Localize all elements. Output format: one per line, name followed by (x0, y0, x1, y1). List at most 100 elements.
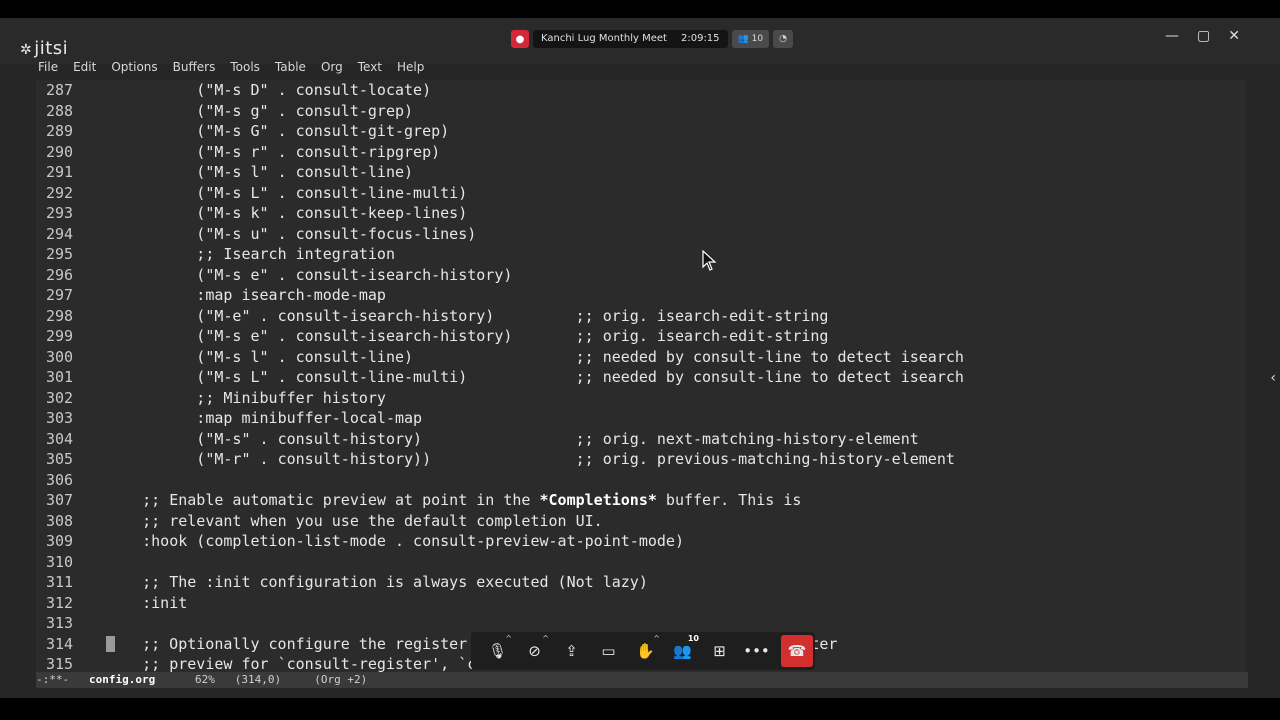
screen-share-button[interactable]: ⇪ (553, 632, 590, 670)
line-number: 297 (46, 286, 74, 304)
code-text: :map minibuffer-local-map (106, 409, 423, 427)
code-line: 298 ("M-e" . consult-isearch-history) ;;… (46, 306, 964, 327)
camera-off-icon: ⊘ (528, 642, 541, 660)
line-number: 289 (46, 122, 74, 140)
more-button[interactable]: ••• (738, 632, 775, 670)
line-number: 295 (46, 245, 74, 263)
desktop-window: ✲ jitsi File Edit Options Buffers Tools T… (0, 18, 1280, 698)
menu-help[interactable]: Help (397, 60, 424, 78)
code-line: 312 :init (46, 593, 964, 614)
minimize-icon[interactable]: — (1165, 28, 1179, 44)
more-icon: ••• (743, 642, 770, 660)
raise-hand-icon: ✋ (636, 642, 655, 660)
code-line: 305 ("M-r" . consult-history)) ;; orig. … (46, 449, 964, 470)
modeline-percent: 62% (194, 673, 215, 686)
code-text: ("M-s l" . consult-line) (106, 163, 414, 181)
code-text: ;; preview for `consult-register', `c (106, 655, 477, 673)
code-line: 293 ("M-s k" . consult-keep-lines) (46, 203, 964, 224)
menu-edit[interactable]: Edit (73, 60, 96, 78)
line-number: 308 (46, 511, 74, 530)
code-line: 310 (46, 552, 964, 573)
maximize-icon[interactable]: ▢ (1197, 28, 1210, 44)
participants-button[interactable]: 👥 10 (664, 632, 701, 670)
mic-icon: 🎙 (487, 642, 508, 660)
code-text: ("M-s L" . consult-line-multi) ;; needed… (106, 368, 964, 386)
line-number: 299 (46, 327, 74, 345)
code-text: ("M-s e" . consult-isearch-history) (106, 265, 513, 284)
code-text: ("M-s g" . consult-grep) (106, 101, 414, 120)
code-line: 289 ("M-s G" . consult-git-grep) (46, 121, 964, 142)
code-text: ;; Enable automatic preview at point in … (106, 491, 540, 509)
people-icon: 👥 (737, 34, 749, 44)
participant-count-badge[interactable]: 👥 10 (731, 30, 770, 48)
line-number: 293 (46, 204, 74, 222)
chevron-left-icon[interactable]: ‹ (1270, 370, 1276, 386)
code-text: ("M-s k" . consult-keep-lines) (106, 204, 468, 222)
meeting-timer: 2:09:15 (680, 33, 720, 44)
code-text: buffer. This is (656, 491, 802, 509)
menu-file[interactable]: File (38, 60, 58, 78)
menu-options[interactable]: Options (111, 60, 157, 78)
code-line: 292 ("M-s L" . consult-line-multi) (46, 183, 964, 204)
line-number: 313 (46, 614, 74, 632)
menu-table[interactable]: Table (275, 60, 306, 78)
title-bar: ✲ jitsi File Edit Options Buffers Tools T… (0, 18, 1280, 74)
line-number: 287 (46, 81, 74, 99)
code-line: 287 ("M-s D" . consult-locate) (46, 80, 964, 101)
window-controls: — ▢ ✕ (1165, 28, 1240, 44)
line-number: 298 (46, 306, 74, 325)
line-number: 300 (46, 347, 74, 366)
hangup-icon: ☎ (787, 642, 807, 660)
code-text: ("M-s l" . consult-line) ;; needed by co… (106, 347, 964, 366)
line-number: 306 (46, 470, 74, 489)
code-area: 287 ("M-s D" . consult-locate) 288 ("M-s … (46, 80, 964, 675)
code-line: 309 :hook (completion-list-mode . consul… (46, 531, 964, 552)
menu-tools[interactable]: Tools (230, 60, 260, 78)
line-number: 304 (46, 429, 74, 448)
code-line: 311 ;; The :init configuration is always… (46, 572, 964, 593)
code-line: 306 (46, 470, 964, 491)
menu-buffers[interactable]: Buffers (173, 60, 216, 78)
code-text: ("M-e" . consult-isearch-history) ;; ori… (106, 306, 829, 325)
microphone-button[interactable]: 🎙 ^ (479, 632, 516, 670)
modeline-filename: config.org (89, 673, 156, 686)
line-number: 296 (46, 265, 74, 284)
code-text: ("M-s D" . consult-locate) (106, 81, 432, 99)
meeting-title: Kanchi Lug Monthly Meet 2:09:15 (533, 30, 728, 48)
hangup-button[interactable]: ☎ (781, 635, 813, 667)
meeting-name: Kanchi Lug Monthly Meet (541, 33, 667, 44)
tile-view-button[interactable]: ⊞ (701, 632, 738, 670)
code-line: 308 ;; relevant when you use the default… (46, 511, 964, 532)
line-number: 310 (46, 552, 74, 571)
tile-view-icon: ⊞ (713, 642, 726, 660)
chat-button[interactable]: ▭ (590, 632, 627, 670)
connection-icon[interactable]: ◔ (773, 30, 793, 48)
code-line: 290 ("M-s r" . consult-ripgrep) (46, 142, 964, 163)
menu-bar: File Edit Options Buffers Tools Table Or… (38, 60, 439, 78)
camera-button[interactable]: ⊘ ^ (516, 632, 553, 670)
code-text: ("M-s e" . consult-isearch-history) ;; o… (106, 327, 829, 345)
code-line: 291 ("M-s l" . consult-line) (46, 162, 964, 183)
code-text: ("M-s L" . consult-line-multi) (106, 183, 468, 202)
meeting-info-bar: ● Kanchi Lug Monthly Meet 2:09:15 👥 10 ◔ (511, 29, 793, 49)
mode-line: -:**- config.org 62% (314,0) (Org +2) (36, 672, 1248, 688)
code-text: ("M-s r" . consult-ripgrep) (106, 142, 441, 161)
mouse-pointer-icon (702, 250, 717, 271)
code-line: 301 ("M-s L" . consult-line-multi) ;; ne… (46, 367, 964, 388)
line-number: 311 (46, 573, 74, 591)
modeline-mode: (Org +2) (314, 673, 368, 686)
emacs-buffer[interactable]: 287 ("M-s D" . consult-locate) 288 ("M-s … (36, 80, 1246, 674)
line-number: 307 (46, 491, 74, 509)
code-line: 299 ("M-s e" . consult-isearch-history) … (46, 326, 964, 347)
code-bold: *Completions* (539, 491, 657, 509)
code-line: 304 ("M-s" . consult-history) ;; orig. n… (46, 429, 964, 450)
menu-text[interactable]: Text (358, 60, 382, 78)
code-line: 296 ("M-s e" . consult-isearch-history) (46, 265, 964, 286)
close-icon[interactable]: ✕ (1228, 28, 1240, 44)
menu-org[interactable]: Org (321, 60, 343, 78)
raise-hand-button[interactable]: ✋ ^ (627, 632, 664, 670)
code-text: :hook (completion-list-mode . consult-pr… (106, 532, 684, 550)
code-line: 288 ("M-s g" . consult-grep) (46, 101, 964, 122)
code-text: :map isearch-mode-map (106, 286, 386, 304)
code-text: ("M-s" . consult-history) ;; orig. next-… (106, 429, 919, 448)
